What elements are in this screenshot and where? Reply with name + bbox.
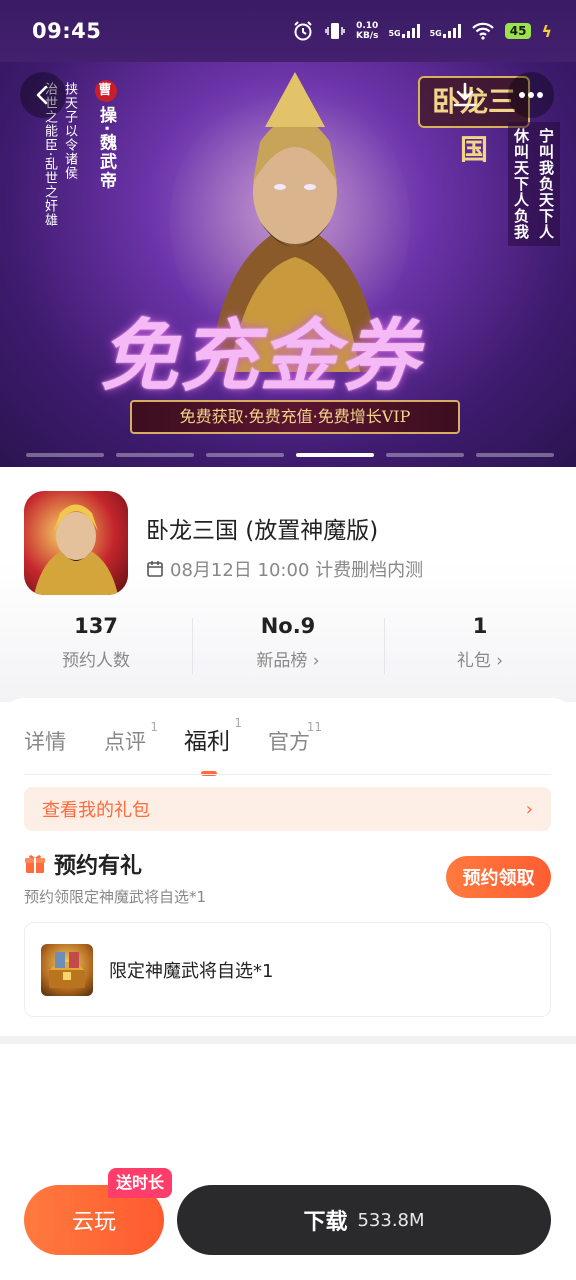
carousel-dot[interactable] <box>206 453 284 457</box>
speed-value: 0.10 <box>356 21 379 31</box>
tab-label: 点评 <box>104 730 146 754</box>
more-button[interactable] <box>508 72 554 118</box>
battery-level: 45 <box>504 23 532 39</box>
carousel-dot-active[interactable] <box>296 453 374 457</box>
gift-icon <box>25 855 45 873</box>
signal-1-label: 5G <box>388 29 401 38</box>
tab-bar: 详情 点评 1 福利 1 官方 11 <box>24 716 322 776</box>
wifi-icon <box>471 21 495 41</box>
download-icon <box>453 82 477 107</box>
download-icon-button[interactable] <box>442 72 488 118</box>
stat-label: 礼包 › <box>456 651 504 671</box>
signal-1: 5G <box>388 24 420 38</box>
alarm-icon <box>292 20 314 42</box>
speed-unit: KB/s <box>355 31 379 41</box>
tab-details[interactable]: 详情 <box>24 726 78 756</box>
game-info: 卧龙三国 (放置神魔版) 08月12日 10:00 计费删档内测 137 预约人… <box>0 467 576 702</box>
network-speed: 0.10 KB/s <box>356 21 378 41</box>
charging-icon: ϟ <box>541 21 552 41</box>
signal-2: 5G <box>430 24 461 38</box>
tabs-divider <box>24 774 551 775</box>
stat-reservations: 137 预约人数 <box>0 614 192 678</box>
stat-label: 预约人数 <box>62 651 130 671</box>
banner-title: 免充金券 <box>100 311 421 402</box>
calendar-icon <box>147 561 163 577</box>
gift-item-card[interactable]: 限定神魔武将自选*1 <box>24 922 551 1017</box>
vibrate-icon <box>324 20 346 42</box>
carousel-dot[interactable] <box>386 453 464 457</box>
download-button[interactable]: 下载 533.8M <box>177 1185 551 1255</box>
reserve-title-text: 预约有礼 <box>54 854 143 879</box>
download-label: 下载 <box>303 1210 348 1235</box>
gift-item-name: 限定神魔武将自选*1 <box>109 960 274 982</box>
back-button[interactable] <box>20 72 66 118</box>
status-bar: 09:45 0.10 KB/s 5G 5G 45 ϟ <box>0 0 576 62</box>
banner-subtitle: 免费获取·免费充值·免费增长VIP <box>130 400 460 434</box>
game-title: 卧龙三国 (放置神魔版) <box>146 518 379 544</box>
carousel-dot[interactable] <box>476 453 554 457</box>
signal-bars-icon <box>401 24 420 38</box>
signal-bars-icon <box>442 24 461 38</box>
tab-count: 11 <box>306 720 322 734</box>
game-icon-art <box>34 504 118 595</box>
carousel-dot[interactable] <box>116 453 194 457</box>
reserve-claim-button[interactable]: 预约领取 <box>446 856 551 898</box>
tab-label: 详情 <box>24 730 66 754</box>
more-dots-icon <box>519 92 543 98</box>
content-panel: 详情 点评 1 福利 1 官方 11 查看我的礼包 › 预约有礼 预约领限定神魔武将自… <box>0 698 576 1038</box>
game-icon[interactable] <box>24 491 128 595</box>
character-name-text: 操·魏武帝 <box>96 106 116 191</box>
carousel-indicators <box>26 453 554 457</box>
character-name: 曹操·魏武帝 <box>94 80 119 190</box>
banner-right-text: 休叫天下人负我 宁叫我负天下人 <box>508 122 560 246</box>
tab-reviews[interactable]: 点评 1 <box>104 720 158 756</box>
stat-value: 137 <box>74 614 118 638</box>
banner-right-line-2: 休叫天下人负我 <box>512 128 530 240</box>
gift-item-thumbnail <box>41 943 93 996</box>
game-test-date: 08月12日 10:00 计费删档内测 <box>146 556 423 582</box>
tab-label: 官方 <box>268 730 310 754</box>
stats-row: 137 预约人数 No.9 新品榜 › 1 礼包 › <box>0 614 576 678</box>
status-icons: 0.10 KB/s 5G 5G 45 ϟ <box>292 20 552 42</box>
carousel-dot[interactable] <box>26 453 104 457</box>
cloud-play-badge: 送时长 <box>108 1168 173 1198</box>
my-gifts-label: 查看我的礼包 <box>42 800 150 821</box>
chevron-right-icon: › <box>525 798 533 820</box>
status-time: 09:45 <box>32 19 102 43</box>
stat-value: No.9 <box>260 614 316 638</box>
treasure-chest-icon <box>49 951 85 988</box>
tab-count: 1 <box>234 716 242 730</box>
download-size: 533.8M <box>357 1209 425 1231</box>
my-gifts-link[interactable]: 查看我的礼包 › <box>24 787 551 831</box>
tab-count: 1 <box>150 720 158 734</box>
banner-right-line-1: 宁叫我负天下人 <box>537 128 555 240</box>
tab-official[interactable]: 官方 11 <box>268 720 322 756</box>
reserve-section-title: 预约有礼 <box>24 848 142 880</box>
back-arrow-icon <box>36 85 48 105</box>
reserve-description: 预约领限定神魔武将自选*1 <box>24 888 207 906</box>
hero-banner[interactable]: 治世之能臣·乱世之奸雄 挟天子以令诸侯 曹操·魏武帝 卧龙三国 休叫天下人负我 … <box>0 62 576 467</box>
tab-benefits[interactable]: 福利 1 <box>184 716 242 776</box>
section-divider <box>0 1036 576 1044</box>
stat-new-ranking[interactable]: No.9 新品榜 › <box>192 614 384 678</box>
signal-2-label: 5G <box>429 29 442 38</box>
game-date-text: 08月12日 10:00 计费删档内测 <box>170 560 424 581</box>
character-seal: 曹 <box>95 80 117 102</box>
tab-label: 福利 <box>184 729 230 755</box>
stat-gift-packs[interactable]: 1 礼包 › <box>384 614 576 678</box>
stat-label: 新品榜 › <box>256 651 320 671</box>
stat-value: 1 <box>472 614 488 638</box>
